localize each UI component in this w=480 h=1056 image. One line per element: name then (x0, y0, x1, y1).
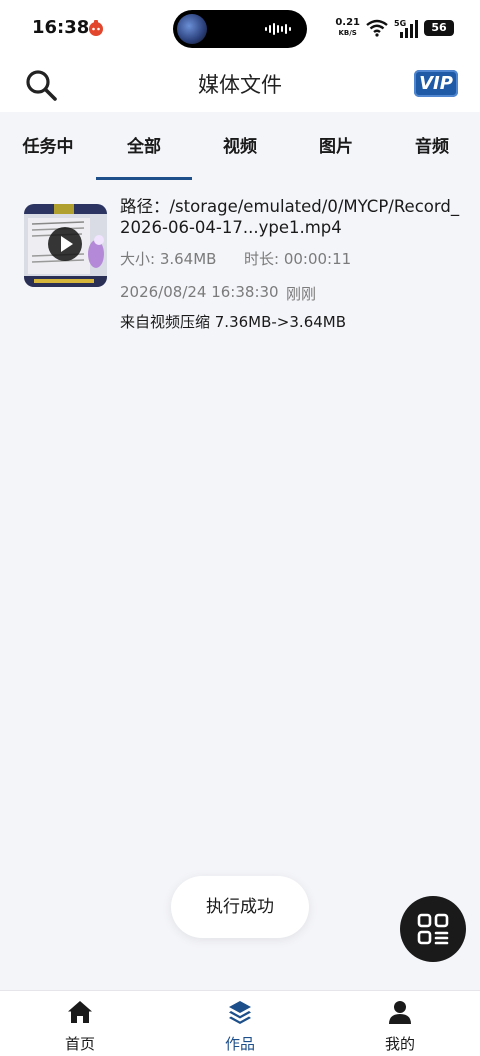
network-speed-unit: KB/S (338, 29, 357, 37)
wifi-icon (366, 19, 388, 37)
nav-profile[interactable]: 我的 (320, 991, 480, 1056)
signal-icon: 5G (394, 19, 418, 38)
play-icon[interactable] (48, 227, 82, 261)
status-bar: 16:38 0.21 KB/S 5G 56 (0, 0, 480, 56)
tab-audio[interactable]: 音频 (384, 112, 480, 180)
layers-icon (229, 1001, 251, 1024)
file-duration: 时长: 00:00:11 (244, 250, 352, 268)
nav-profile-label: 我的 (384, 1035, 415, 1053)
video-thumbnail[interactable] (24, 204, 107, 287)
audio-wave-icon (265, 23, 291, 35)
network-speed: 0.21 KB/S (335, 18, 360, 38)
media-avatar (177, 14, 207, 44)
tab-video[interactable]: 视频 (192, 112, 288, 180)
tab-image[interactable]: 图片 (288, 112, 384, 180)
home-icon (68, 1001, 92, 1023)
tab-all[interactable]: 全部 (96, 112, 192, 180)
app-notification-icon (89, 20, 103, 36)
tab-in-progress[interactable]: 任务中 (0, 112, 96, 180)
network-speed-value: 0.21 (335, 17, 360, 28)
dynamic-island (173, 10, 307, 48)
bottom-navigation: 首页 作品 我的 (0, 990, 480, 1056)
file-source: 来自视频压缩 7.36MB->3.64MB (120, 313, 347, 331)
list-item[interactable]: 路径：/storage/emulated/0/MYCP/Record_2026-… (0, 190, 480, 340)
file-path: 路径：/storage/emulated/0/MYCP/Record_2026-… (120, 197, 460, 237)
file-size: 大小: 3.64MB (120, 250, 217, 268)
nav-works[interactable]: 作品 (160, 991, 320, 1056)
category-tabs: 任务中 全部 视频 图片 音频 (0, 112, 480, 180)
person-icon (389, 1001, 411, 1024)
nav-home-label: 首页 (64, 1035, 95, 1053)
app-header: 媒体文件 VIP (0, 56, 480, 112)
grid-menu-button[interactable] (400, 896, 466, 962)
status-indicators: 0.21 KB/S 5G 56 (335, 16, 454, 40)
vip-button[interactable]: VIP (414, 70, 458, 97)
search-icon[interactable] (24, 68, 58, 102)
grid-menu-icon (417, 913, 449, 945)
nav-home[interactable]: 首页 (0, 991, 160, 1056)
toast-message: 执行成功 (171, 876, 309, 938)
status-time: 16:38 (32, 17, 90, 38)
file-date: 2026/08/24 16:38:30 (120, 283, 279, 301)
battery-indicator: 56 (424, 20, 454, 36)
signal-label: 5G (394, 19, 406, 28)
page-title: 媒体文件 (198, 73, 282, 97)
nav-works-label: 作品 (224, 1035, 255, 1053)
relative-time: 刚刚 (286, 285, 317, 303)
